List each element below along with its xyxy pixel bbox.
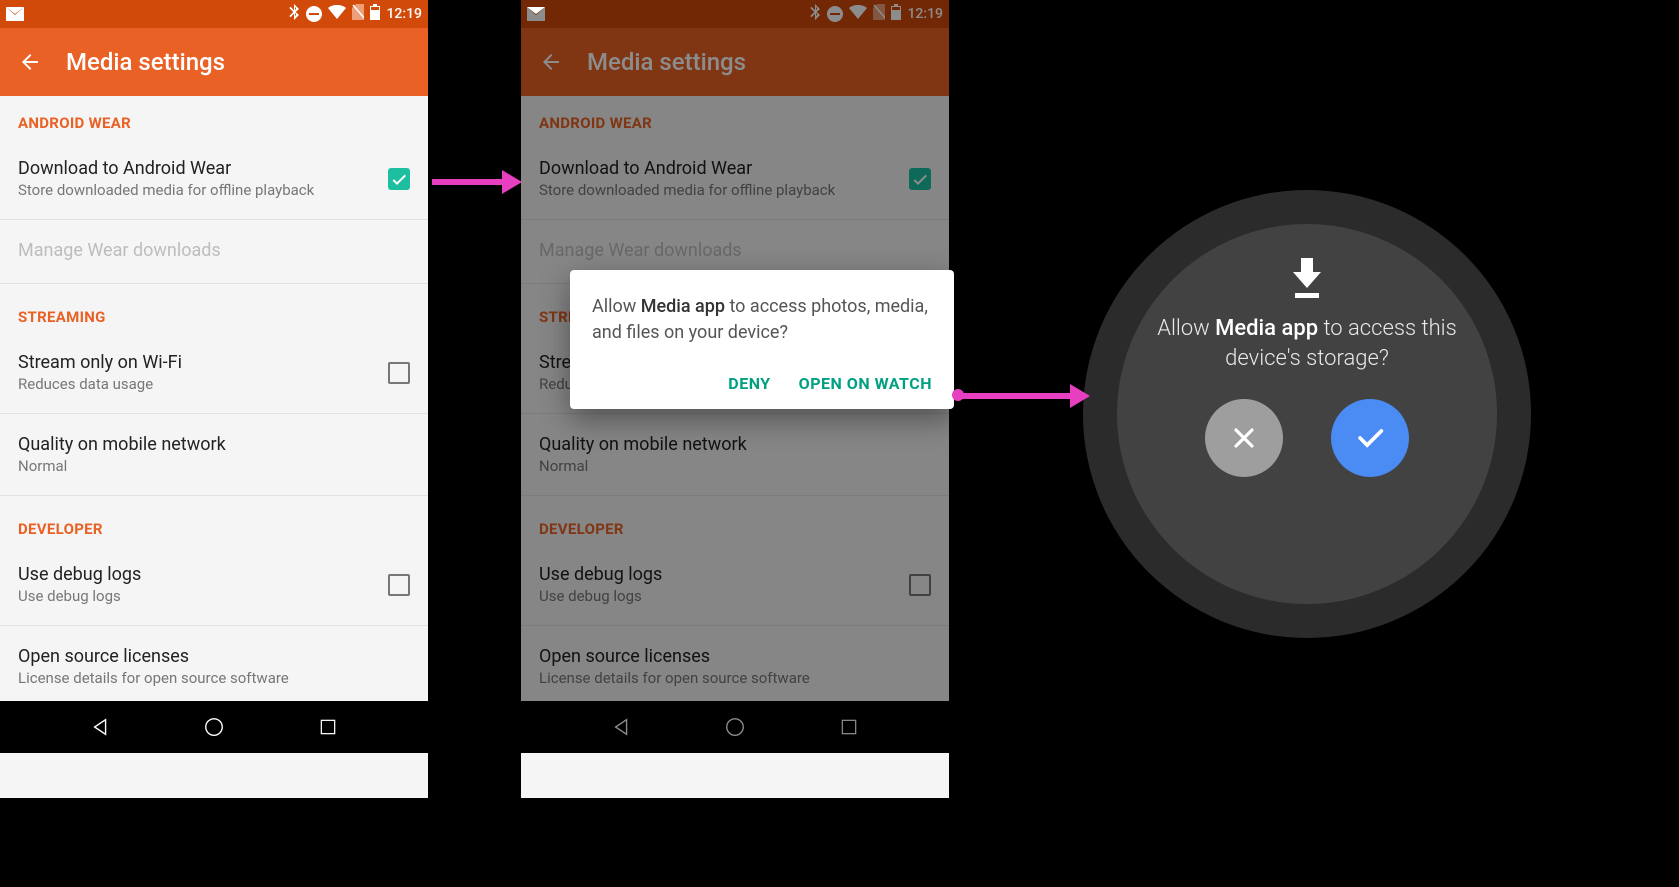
divider (0, 495, 428, 496)
watch-bezel: Allow Media app to access this device's … (1083, 190, 1531, 638)
row-title: Open source licenses (18, 646, 410, 667)
checkbox-stream-wifi[interactable] (388, 362, 410, 384)
row-subtitle: Normal (18, 457, 410, 475)
dialog-text-prefix: Allow (592, 296, 641, 317)
dialog-app-name: Media app (641, 296, 725, 317)
flow-arrow-1 (432, 170, 522, 194)
wifi-icon (328, 5, 346, 23)
nosim-icon (352, 4, 364, 24)
divider (0, 413, 428, 414)
app-bar: Media settings (0, 28, 428, 96)
nav-recents-icon[interactable] (315, 714, 341, 740)
row-quality-mobile[interactable]: Quality on mobile network Normal (0, 420, 428, 489)
divider (0, 283, 428, 284)
gmail-icon (6, 7, 24, 21)
section-streaming: STREAMING (0, 290, 428, 338)
back-button[interactable] (18, 50, 42, 74)
row-subtitle: Use debug logs (18, 587, 376, 605)
dialog-message: Allow Media app to access photos, media,… (592, 294, 932, 346)
wear-watch-screen: Allow Media app to access this device's … (1083, 190, 1531, 638)
row-subtitle: Store downloaded media for offline playb… (18, 181, 376, 199)
row-title: Manage Wear downloads (18, 240, 410, 261)
row-title: Use debug logs (18, 564, 376, 585)
watch-app-name: Media app (1215, 316, 1318, 341)
battery-icon (370, 4, 380, 24)
section-developer: DEVELOPER (0, 502, 428, 550)
download-icon (1287, 258, 1327, 304)
android-nav-bar (0, 701, 428, 753)
divider (0, 625, 428, 626)
phone-screen-settings: 12:19 Media settings ANDROID WEAR Downlo… (0, 0, 428, 798)
watch-text-prefix: Allow (1157, 316, 1215, 341)
bluetooth-icon (288, 4, 300, 24)
deny-button[interactable]: DENY (728, 374, 770, 393)
settings-list: ANDROID WEAR Download to Android Wear St… (0, 96, 428, 701)
row-subtitle: License details for open source software (18, 669, 410, 687)
row-download-wear[interactable]: Download to Android Wear Store downloade… (0, 144, 428, 213)
row-title: Quality on mobile network (18, 434, 410, 455)
divider (0, 219, 428, 220)
page-title: Media settings (66, 48, 225, 76)
dnd-icon (306, 6, 322, 22)
watch-face: Allow Media app to access this device's … (1117, 224, 1497, 604)
status-bar: 12:19 (0, 0, 428, 28)
permission-dialog: Allow Media app to access photos, media,… (570, 270, 954, 409)
watch-deny-button[interactable] (1205, 399, 1283, 477)
open-on-watch-button[interactable]: OPEN ON WATCH (799, 374, 932, 393)
watch-message: Allow Media app to access this device's … (1151, 314, 1463, 373)
row-manage-wear[interactable]: Manage Wear downloads (0, 226, 428, 275)
row-stream-wifi[interactable]: Stream only on Wi-Fi Reduces data usage (0, 338, 428, 407)
checkbox-debug[interactable] (388, 574, 410, 596)
flow-arrow-2 (958, 384, 1090, 408)
section-android-wear: ANDROID WEAR (0, 96, 428, 144)
row-debug-logs[interactable]: Use debug logs Use debug logs (0, 550, 428, 619)
checkbox-download-wear[interactable] (388, 168, 410, 190)
status-time: 12:19 (386, 6, 422, 22)
row-title: Stream only on Wi-Fi (18, 352, 376, 373)
row-subtitle: Reduces data usage (18, 375, 376, 393)
nav-home-icon[interactable] (201, 714, 227, 740)
row-title: Download to Android Wear (18, 158, 376, 179)
watch-allow-button[interactable] (1331, 399, 1409, 477)
nav-back-icon[interactable] (88, 714, 114, 740)
row-oss-licenses[interactable]: Open source licenses License details for… (0, 632, 428, 701)
